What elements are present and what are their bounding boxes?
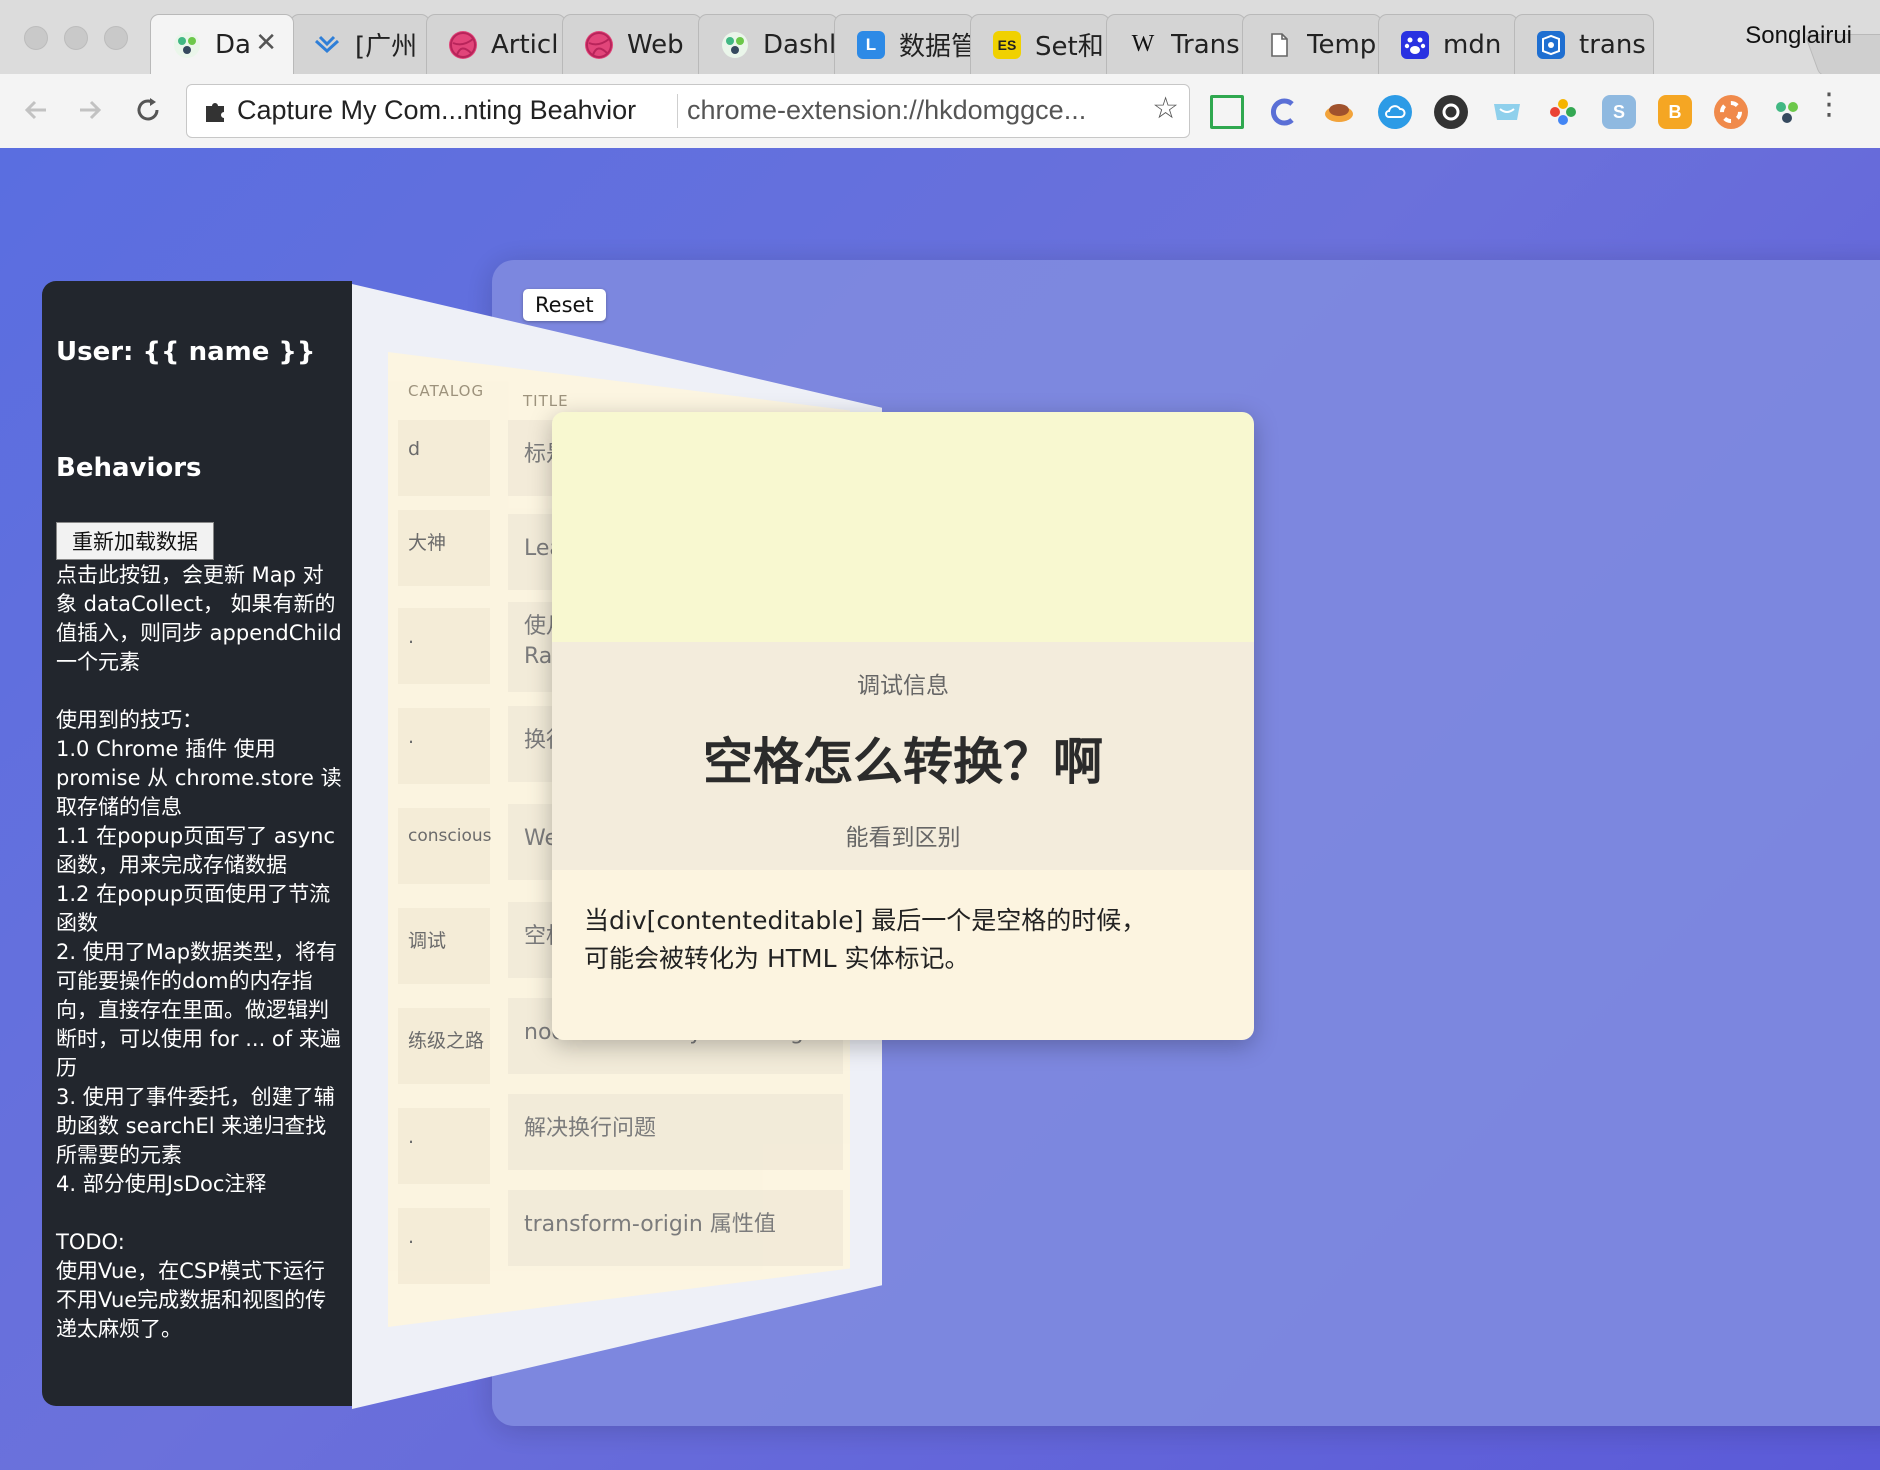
- vue-icon: [173, 31, 201, 59]
- wikipedia-icon: W: [1131, 31, 1155, 57]
- kebab-menu-icon[interactable]: ⋮: [1814, 90, 1844, 120]
- tab-10[interactable]: trans: [1514, 14, 1654, 74]
- tab-list: Da ✕ [广州 Articl Web Dashl L 数据管 ES Set和 …: [150, 14, 1880, 76]
- bookmark-star-icon[interactable]: ☆: [1152, 91, 1179, 126]
- tab-7[interactable]: W Trans: [1106, 14, 1246, 74]
- extension-s-icon[interactable]: S: [1602, 95, 1636, 129]
- table-row-catalog[interactable]: 练级之路: [398, 1008, 490, 1084]
- reset-button[interactable]: Reset: [523, 289, 606, 321]
- extension-photos-icon[interactable]: [1546, 95, 1580, 129]
- tab-label: [广州: [355, 32, 418, 62]
- vue-icon: [721, 31, 749, 59]
- profile-name[interactable]: Songlairui: [1745, 22, 1852, 50]
- url-text[interactable]: chrome-extension://hkdomggce...: [687, 95, 1086, 126]
- bird-icon: [313, 31, 341, 59]
- sidebar: User: {{ name }} Behaviors 重新加载数据 点击此按钮，…: [42, 281, 352, 1406]
- omnibox-divider: [677, 94, 678, 128]
- extension-cloud-icon[interactable]: [1378, 95, 1412, 129]
- extension-c-icon[interactable]: [1266, 95, 1300, 129]
- tab-label: mdn: [1443, 29, 1502, 60]
- back-arrow-icon: [24, 100, 46, 120]
- table-row-catalog[interactable]: conscious: [398, 808, 491, 884]
- table-row-catalog[interactable]: .: [398, 1208, 490, 1284]
- detail-body-section: 当div[contenteditable] 最后一个是空格的时候， 可能会被转化…: [552, 870, 1254, 1040]
- extension-cart-icon[interactable]: [1490, 95, 1524, 129]
- puzzle-icon: [201, 97, 229, 129]
- tab-label: Temp: [1307, 29, 1377, 60]
- reload-button[interactable]: [126, 88, 170, 132]
- window-close-button[interactable]: [24, 26, 48, 50]
- dribbble-icon: [585, 30, 613, 59]
- table-row-title[interactable]: transform-origin 属性值: [508, 1190, 843, 1266]
- tab-5[interactable]: L 数据管: [834, 14, 974, 74]
- tab-label: trans: [1579, 29, 1646, 60]
- table-row-title[interactable]: 解决换行问题: [508, 1094, 843, 1170]
- tab-label: Articl: [491, 29, 559, 60]
- detail-header: [552, 412, 1254, 642]
- extension-lifebuoy-icon[interactable]: [1714, 95, 1748, 129]
- table-row-catalog[interactable]: .: [398, 708, 490, 784]
- detail-title-section: 调试信息 空格怎么转换？啊 能看到区别: [552, 642, 1254, 870]
- detail-card: 调试信息 空格怎么转换？啊 能看到区别 当div[contenteditable…: [552, 412, 1254, 1040]
- table-row-catalog[interactable]: .: [398, 1108, 490, 1184]
- reload-icon: [137, 98, 159, 121]
- browser-tab-strip: Da ✕ [广州 Articl Web Dashl L 数据管 ES Set和 …: [0, 0, 1880, 76]
- address-bar[interactable]: Capture My Com...nting Beahvior chrome-e…: [186, 84, 1190, 138]
- extension-b-icon[interactable]: B: [1658, 95, 1692, 129]
- l-icon: L: [857, 30, 885, 59]
- tab-1[interactable]: [广州: [290, 14, 430, 74]
- detail-subtitle: 能看到区别: [845, 825, 961, 851]
- browser-toolbar: Capture My Com...nting Beahvior chrome-e…: [0, 74, 1880, 149]
- dribbble-icon: [449, 30, 477, 59]
- table-row-catalog[interactable]: 调试: [398, 908, 490, 984]
- detail-title: 空格怎么转换？啊: [703, 733, 1103, 791]
- table-row-catalog[interactable]: 大神: [398, 510, 490, 586]
- back-button[interactable]: [14, 88, 58, 132]
- tab-label: Trans: [1171, 29, 1240, 60]
- baidu-paw-icon: [1401, 30, 1429, 59]
- tab-label: Web: [627, 29, 684, 60]
- tab-3[interactable]: Web: [562, 14, 702, 74]
- es-icon: ES: [993, 30, 1021, 59]
- vue-icon[interactable]: [1770, 95, 1804, 129]
- page-title: Capture My Com...nting Beahvior: [237, 95, 637, 125]
- tab-9[interactable]: mdn: [1378, 14, 1518, 74]
- tab-2[interactable]: Articl: [426, 14, 566, 74]
- forward-arrow-icon: [80, 100, 102, 120]
- window-minimize-button[interactable]: [64, 26, 88, 50]
- forward-button[interactable]: [68, 88, 112, 132]
- table-row-catalog[interactable]: .: [398, 608, 490, 684]
- section-heading: Behaviors: [56, 453, 202, 483]
- title-header: TITLE: [523, 392, 569, 410]
- detail-label: 调试信息: [857, 673, 949, 699]
- table-row-catalog[interactable]: d: [398, 420, 490, 496]
- tab-label: 数据管: [899, 32, 973, 62]
- tab-6[interactable]: ES Set和: [970, 14, 1110, 74]
- tab-4[interactable]: Dashl: [698, 14, 838, 74]
- extension-square-icon[interactable]: [1210, 95, 1244, 129]
- tab-label: Dashl: [763, 29, 837, 60]
- page-viewport: Reset CATALOG TITLE d 标是 大神 Lea . 使月 Ray…: [0, 148, 1880, 1470]
- catalog-header: CATALOG: [408, 382, 485, 400]
- window-zoom-button[interactable]: [104, 26, 128, 50]
- tab-label: Da: [215, 29, 251, 60]
- reload-data-button[interactable]: 重新加载数据: [56, 522, 214, 560]
- tab-label: Set和: [1035, 32, 1104, 62]
- description-text: 点击此按钮，会更新 Map 对象 dataCollect， 如果有新的值插入，则…: [56, 563, 342, 1341]
- user-name: User: {{ name }}: [56, 337, 316, 367]
- close-icon[interactable]: ✕: [255, 28, 277, 58]
- tab-0[interactable]: Da ✕: [150, 14, 294, 74]
- translate-icon: [1537, 30, 1565, 59]
- detail-body: 当div[contenteditable] 最后一个是空格的时候， 可能会被转化…: [584, 906, 1147, 973]
- tab-8[interactable]: Temp: [1242, 14, 1382, 74]
- document-icon: [1265, 31, 1293, 59]
- extension-ring-icon[interactable]: [1434, 95, 1468, 129]
- extension-cookie-icon[interactable]: [1322, 95, 1356, 129]
